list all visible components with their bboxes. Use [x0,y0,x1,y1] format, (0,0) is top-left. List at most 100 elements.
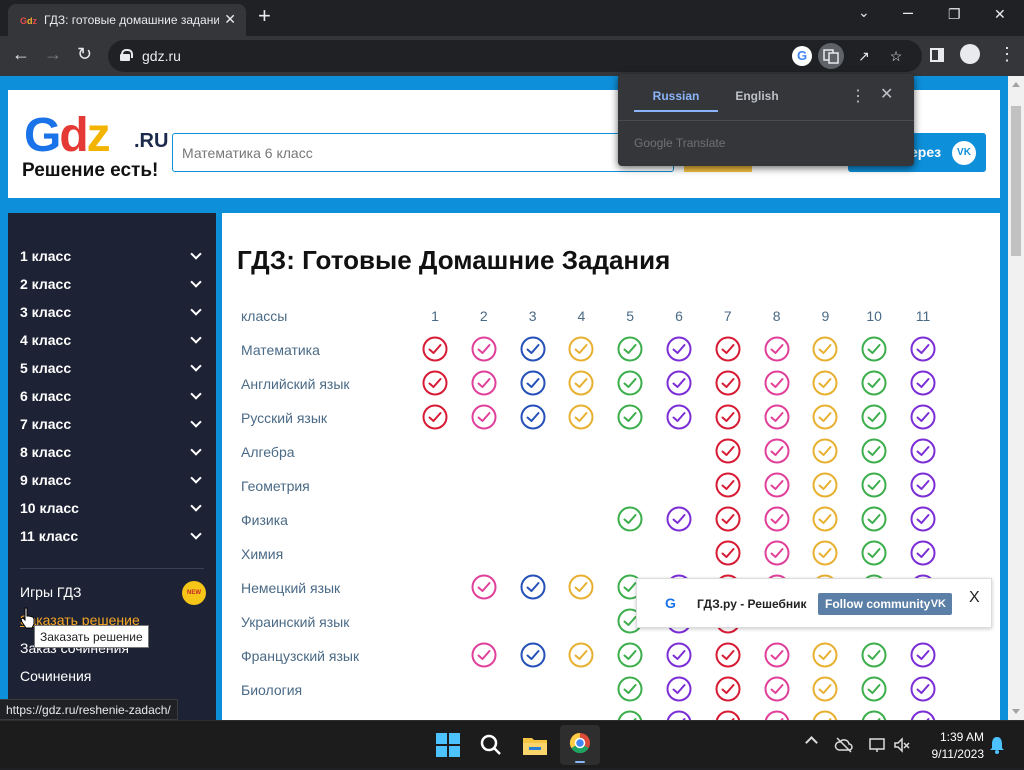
grade-checkmark-icon[interactable] [715,642,741,668]
scroll-thumb[interactable] [1011,106,1021,256]
grade-checkmark-icon[interactable] [617,676,643,702]
subject-link[interactable]: Русский язык [241,410,327,426]
subject-link[interactable]: Математика [241,342,320,358]
grade-checkmark-icon[interactable] [812,676,838,702]
subject-link[interactable]: Немецкий язык [241,580,340,596]
side-panel-icon[interactable] [930,48,944,62]
grade-checkmark-icon[interactable] [617,506,643,532]
chrome-menu-icon[interactable]: ⋮ [998,44,1016,65]
grade-checkmark-icon[interactable] [812,404,838,430]
sidebar-grade-item[interactable]: 3 класс [20,304,204,326]
chevron-down-icon[interactable] [190,472,202,484]
network-icon[interactable] [868,735,888,755]
grade-checkmark-icon[interactable] [666,404,692,430]
grade-checkmark-icon[interactable] [764,676,790,702]
grade-checkmark-icon[interactable] [861,676,887,702]
follow-community-button[interactable]: Follow community VK [818,593,952,615]
chevron-down-icon[interactable] [190,276,202,288]
grade-checkmark-icon[interactable] [715,676,741,702]
grade-checkmark-icon[interactable] [568,574,594,600]
grade-checkmark-icon[interactable] [471,336,497,362]
grade-checkmark-icon[interactable] [715,438,741,464]
subject-link[interactable]: Геометрия [241,478,310,494]
scroll-up-arrow-icon[interactable] [1012,82,1020,87]
widget-close-button[interactable]: X [969,589,980,607]
grade-checkmark-icon[interactable] [910,472,936,498]
grade-checkmark-icon[interactable] [666,710,692,720]
grade-checkmark-icon[interactable] [861,438,887,464]
chevron-down-icon[interactable] [190,332,202,344]
profile-icon[interactable] [960,44,980,64]
address-bar[interactable]: gdz.ru G ↗ ☆ [108,40,922,72]
grade-checkmark-icon[interactable] [568,642,594,668]
grade-checkmark-icon[interactable] [861,404,887,430]
grade-checkmark-icon[interactable] [910,642,936,668]
grade-checkmark-icon[interactable] [861,472,887,498]
grade-checkmark-icon[interactable] [666,506,692,532]
grade-checkmark-icon[interactable] [715,472,741,498]
grade-checkmark-icon[interactable] [471,574,497,600]
grade-checkmark-icon[interactable] [617,642,643,668]
scroll-down-arrow-icon[interactable] [1012,709,1020,714]
grade-checkmark-icon[interactable] [520,404,546,430]
grade-checkmark-icon[interactable] [471,370,497,396]
grade-checkmark-icon[interactable] [520,574,546,600]
grade-checkmark-icon[interactable] [861,642,887,668]
grade-checkmark-icon[interactable] [861,506,887,532]
grade-checkmark-icon[interactable] [764,506,790,532]
translate-icon[interactable] [818,43,844,69]
search-input[interactable]: Математика 6 класс [172,133,674,172]
grade-checkmark-icon[interactable] [764,710,790,720]
clock-date[interactable]: 9/11/2023 [920,747,985,761]
sidebar-grade-item[interactable]: 8 класс [20,444,204,466]
grade-checkmark-icon[interactable] [617,404,643,430]
grade-checkmark-icon[interactable] [812,506,838,532]
chevron-down-icon[interactable] [190,388,202,400]
chevron-down-icon[interactable] [190,528,202,540]
grade-checkmark-icon[interactable] [764,336,790,362]
grade-checkmark-icon[interactable] [715,506,741,532]
chevron-down-icon[interactable] [190,500,202,512]
cloud-offline-icon[interactable] [834,735,854,755]
chevron-down-icon[interactable] [190,444,202,456]
window-close-icon[interactable]: ✕ [994,6,1006,23]
grade-checkmark-icon[interactable] [764,370,790,396]
google-icon[interactable]: G [792,46,812,66]
windows-start-icon[interactable] [432,729,464,761]
grade-checkmark-icon[interactable] [617,370,643,396]
grade-checkmark-icon[interactable] [617,710,643,720]
grade-checkmark-icon[interactable] [910,370,936,396]
file-explorer-icon[interactable] [519,729,551,761]
grade-checkmark-icon[interactable] [568,370,594,396]
subject-link[interactable]: Английский язык [241,376,350,392]
grade-checkmark-icon[interactable] [471,404,497,430]
translate-close-icon[interactable]: ✕ [880,84,893,104]
grade-checkmark-icon[interactable] [910,710,936,720]
tab-close-icon[interactable]: ✕ [224,11,236,28]
grade-checkmark-icon[interactable] [764,438,790,464]
grade-checkmark-icon[interactable] [715,336,741,362]
subject-link[interactable]: Химия [241,546,283,562]
gdz-logo[interactable]: Gdz .RU [24,108,174,198]
sidebar-grade-item[interactable]: 10 класс [20,500,204,522]
grade-checkmark-icon[interactable] [666,336,692,362]
grade-checkmark-icon[interactable] [812,642,838,668]
browser-tab[interactable]: Gdz ГДЗ: готовые домашние задания ✕ [8,4,246,36]
volume-muted-icon[interactable] [892,735,912,755]
sidebar-grade-item[interactable]: 9 класс [20,472,204,494]
grade-checkmark-icon[interactable] [812,438,838,464]
grade-checkmark-icon[interactable] [812,370,838,396]
page-scrollbar[interactable] [1008,76,1024,720]
grade-checkmark-icon[interactable] [568,336,594,362]
grade-checkmark-icon[interactable] [715,404,741,430]
grade-checkmark-icon[interactable] [764,472,790,498]
sidebar-grade-item[interactable]: 7 класс [20,416,204,438]
grade-checkmark-icon[interactable] [812,710,838,720]
grade-checkmark-icon[interactable] [910,676,936,702]
subject-link[interactable]: Украинский язык [241,614,349,630]
grade-checkmark-icon[interactable] [666,642,692,668]
sidebar-grade-item[interactable]: 11 класс [20,528,204,550]
back-icon[interactable]: ← [12,44,30,65]
grade-checkmark-icon[interactable] [422,370,448,396]
url-text[interactable]: gdz.ru [142,48,181,64]
